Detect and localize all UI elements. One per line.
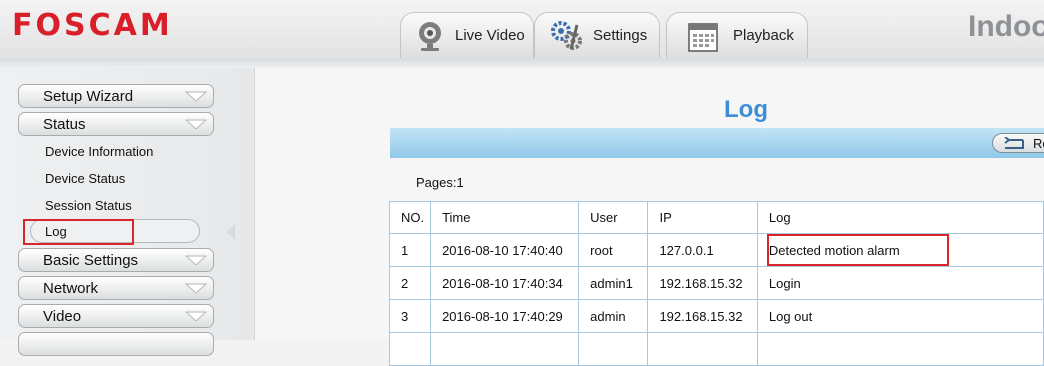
tab-playback-label: Playback xyxy=(733,27,794,44)
table-row xyxy=(388,332,1044,366)
column-header: User xyxy=(578,201,649,234)
menu-video-label: Video xyxy=(43,308,82,325)
table-cell: 2016-08-10 17:40:29 xyxy=(430,299,580,333)
header-divider xyxy=(0,58,1044,68)
highlight-box-motion-alarm xyxy=(767,234,949,266)
table-cell: Log out xyxy=(756,299,1044,333)
table-cell: 192.168.15.32 xyxy=(647,299,758,333)
table-header-row: NO. Time User IP Log xyxy=(388,201,1044,234)
menu-basic-settings[interactable]: Basic Settings xyxy=(18,248,214,272)
menu-setup-wizard-label: Setup Wizard xyxy=(43,88,134,105)
return-arrow-icon xyxy=(1004,137,1024,149)
table-row: 2 2016-08-10 17:40:34 admin1 192.168.15.… xyxy=(388,266,1044,300)
table-cell: 1 xyxy=(388,233,432,267)
tab-settings[interactable]: Settings xyxy=(534,12,660,58)
sidebar-item-device-information[interactable]: Device Information xyxy=(45,144,153,159)
table-cell: root xyxy=(578,233,649,267)
refresh-button[interactable]: Re xyxy=(992,133,1044,153)
tab-live-video-label: Live Video xyxy=(455,27,525,44)
table-cell: 2016-08-10 17:40:34 xyxy=(430,266,580,300)
sidebar-item-session-status[interactable]: Session Status xyxy=(45,198,132,213)
table-cell: 127.0.0.1 xyxy=(647,233,758,267)
menu-video[interactable]: Video xyxy=(18,304,214,328)
pages-indicator: Pages:1 xyxy=(416,175,464,190)
chevron-down-icon xyxy=(185,119,207,130)
table-cell: 3 xyxy=(388,299,432,333)
chevron-down-icon xyxy=(185,283,207,294)
menu-setup-wizard[interactable]: Setup Wizard xyxy=(18,84,214,108)
tab-settings-label: Settings xyxy=(593,27,648,44)
table-row: 3 2016-08-10 17:40:29 admin 192.168.15.3… xyxy=(388,299,1044,333)
foscam-logo: FOSCAM xyxy=(12,8,173,43)
chevron-down-icon xyxy=(185,311,207,322)
column-header: NO. xyxy=(388,201,432,234)
tab-live-video[interactable]: Live Video xyxy=(400,12,534,58)
toolbar-bar xyxy=(390,128,1044,158)
table-cell: 192.168.15.32 xyxy=(647,266,758,300)
gears-icon xyxy=(551,21,582,50)
table-cell: Login xyxy=(756,266,1044,300)
webcam-icon xyxy=(419,22,441,51)
menu-network-label: Network xyxy=(43,280,99,297)
table-cell: admin1 xyxy=(578,266,649,300)
menu-next-partial[interactable] xyxy=(18,332,214,356)
highlight-box-log xyxy=(23,219,134,245)
top-header: FOSCAM Live Video Settings Playback Indo… xyxy=(0,0,1044,59)
menu-status[interactable]: Status xyxy=(18,112,214,136)
column-header: Log xyxy=(756,201,1044,234)
active-pointer-icon xyxy=(226,224,235,240)
table-cell: admin xyxy=(578,299,649,333)
menu-status-label: Status xyxy=(43,116,86,133)
sidebar-item-device-status[interactable]: Device Status xyxy=(45,171,125,186)
chevron-down-icon xyxy=(185,255,207,266)
menu-network[interactable]: Network xyxy=(18,276,214,300)
column-header: IP xyxy=(647,201,758,234)
tab-playback[interactable]: Playback xyxy=(666,12,808,58)
column-header: Time xyxy=(430,201,580,234)
table-cell: 2016-08-10 17:40:40 xyxy=(430,233,580,267)
refresh-button-label: Re xyxy=(1033,136,1044,151)
page-title: Log xyxy=(724,96,768,123)
menu-basic-settings-label: Basic Settings xyxy=(43,252,139,269)
model-title: Indoo xyxy=(968,10,1044,43)
log-table: NO. Time User IP Log 1 2016-08-10 17:40:… xyxy=(388,201,1044,366)
chevron-down-icon xyxy=(185,91,207,102)
table-cell: 2 xyxy=(388,266,432,300)
calendar-icon xyxy=(688,23,718,52)
